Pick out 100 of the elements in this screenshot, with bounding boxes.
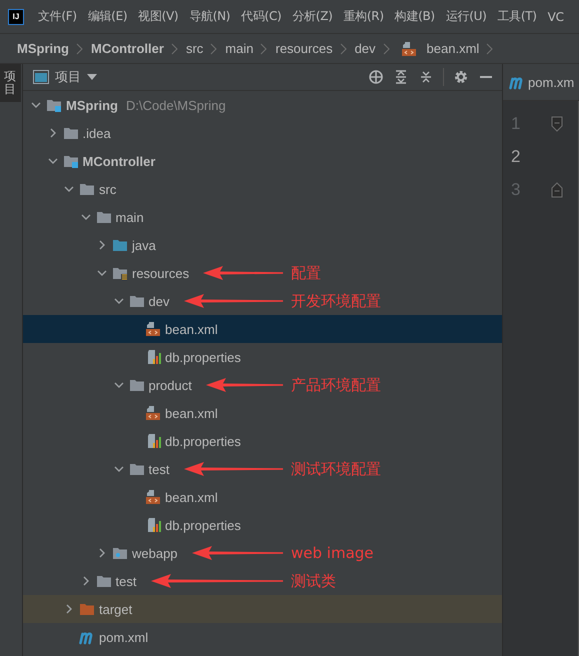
tree-item-label: MSpring	[66, 98, 118, 112]
properties-file-icon	[145, 349, 161, 365]
tree-item-label: dev	[148, 294, 170, 308]
tree-item-label: .idea	[82, 126, 111, 140]
tree-row[interactable]: bean.xml	[23, 399, 502, 427]
menu-item[interactable]: 代码(C)	[241, 8, 282, 25]
tree-item-label: test	[116, 574, 136, 588]
tree-row[interactable]: .idea	[23, 119, 502, 147]
xml-file-icon	[145, 489, 161, 505]
folder-icon	[79, 181, 95, 197]
menu-item[interactable]: 构建(B)	[394, 8, 435, 25]
tree-item-label: bean.xml	[165, 490, 218, 504]
window-icon	[33, 70, 49, 84]
menu-item[interactable]: 重构(R)	[344, 8, 384, 25]
annotation-text: web image	[291, 544, 374, 562]
tree-row[interactable]: dev 开发环境配置	[23, 287, 502, 315]
tree-row[interactable]: resources 配置	[23, 259, 502, 287]
caret-icon	[87, 74, 97, 80]
annotation-text: 测试环境配置	[291, 460, 381, 479]
chevron-icon	[170, 42, 178, 54]
chevron-icon	[259, 42, 268, 54]
xml-file-icon	[400, 40, 417, 56]
tree-row[interactable]: src	[23, 175, 502, 203]
tree-item-label: db.properties	[165, 434, 241, 448]
tree-item-label: product	[148, 378, 192, 392]
properties-file-icon	[145, 517, 161, 533]
chevron-icon	[209, 42, 218, 54]
folder-icon	[112, 237, 128, 253]
folder-icon	[79, 601, 95, 617]
properties-file-icon	[145, 433, 161, 449]
breadcrumb-item[interactable]: dev	[354, 41, 376, 56]
annotation-text: 开发环境配置	[291, 292, 381, 311]
crosshair-icon[interactable]	[368, 69, 384, 85]
tree-item-label: MController	[82, 154, 156, 168]
chevron-icon	[338, 42, 347, 54]
tree-row[interactable]: MSpring D:\Code\MSpring	[23, 91, 502, 119]
expand-all-icon[interactable]	[393, 69, 409, 85]
breadcrumb-item[interactable]: MController	[91, 41, 164, 56]
annotation-text: 测试类	[291, 572, 336, 591]
tree-item-label: db.properties	[165, 350, 241, 364]
tree-row[interactable]: test 测试环境配置	[23, 455, 502, 483]
chevron-icon	[382, 42, 390, 54]
folder-icon	[128, 461, 144, 477]
breadcrumb-item[interactable]: MSpring	[17, 41, 69, 56]
editor-tab[interactable]: pom.xm	[503, 64, 579, 101]
tree-row[interactable]: test 测试类	[23, 567, 502, 595]
xml-file-icon	[145, 321, 161, 337]
menu-item[interactable]: VC	[548, 10, 564, 24]
folder-icon	[96, 573, 112, 589]
tree-item-label: target	[99, 602, 132, 616]
tree-row[interactable]: target	[23, 595, 502, 623]
breadcrumb-item[interactable]: resources	[275, 41, 333, 56]
app-logo: IJ	[8, 8, 24, 24]
tree-item-label: bean.xml	[165, 322, 218, 336]
xml-file-icon	[145, 405, 161, 421]
folder-icon	[96, 209, 112, 225]
folder-icon	[128, 377, 144, 393]
collapse-all-icon[interactable]	[418, 69, 434, 85]
tree-row[interactable]: main	[23, 203, 502, 231]
side-tab[interactable]: 项目	[0, 64, 21, 102]
menu-item[interactable]: 视图(V)	[138, 8, 178, 25]
resources-folder-icon	[112, 265, 128, 281]
tree-item-label: src	[99, 182, 116, 196]
tree-item-label: java	[132, 238, 156, 252]
tree-item-label: pom.xml	[99, 630, 148, 644]
fold-icon[interactable]	[551, 116, 563, 132]
tree-row[interactable]: bean.xml	[23, 483, 502, 511]
tree-row[interactable]: MController	[23, 147, 502, 175]
menu-item[interactable]: 导航(N)	[189, 8, 230, 25]
tree-row[interactable]: db.properties	[23, 427, 502, 455]
tree-item-label: db.properties	[165, 518, 241, 532]
tree-row[interactable]: pom.xml	[23, 623, 502, 651]
menu-item[interactable]: 文件(F)	[38, 8, 77, 25]
settings-icon[interactable]	[453, 69, 469, 85]
tree-item-label: bean.xml	[165, 406, 218, 420]
chevron-icon	[485, 42, 494, 54]
chevron-icon	[75, 42, 83, 54]
fold-icon[interactable]	[551, 182, 563, 198]
menu-item[interactable]: 编辑(E)	[88, 8, 128, 25]
breadcrumb-item[interactable]: bean.xml	[426, 41, 480, 56]
tree-row[interactable]: webapp web image	[23, 539, 502, 567]
view-selector[interactable]: 项目	[33, 68, 97, 86]
tree-row[interactable]: product 产品环境配置	[23, 371, 502, 399]
menu-item[interactable]: 工具(T)	[497, 8, 537, 25]
tree-item-label: main	[116, 210, 144, 224]
tree-row[interactable]: db.properties	[23, 343, 502, 371]
tree-row[interactable]: bean.xml	[23, 315, 502, 343]
menu-item[interactable]: 分析(Z)	[292, 8, 332, 25]
annotation-text: 配置	[291, 264, 321, 283]
breadcrumb-item[interactable]: main	[225, 41, 254, 56]
annotation-text: 产品环境配置	[291, 376, 381, 395]
tree-row[interactable]: java	[23, 231, 502, 259]
tree-item-label: resources	[132, 266, 190, 280]
breadcrumb-item[interactable]: src	[186, 41, 204, 56]
folder-icon	[62, 125, 78, 141]
menu-item[interactable]: 运行(U)	[446, 8, 486, 25]
web-folder-icon	[112, 545, 128, 561]
tree-row[interactable]: db.properties	[23, 511, 502, 539]
path-label: D:\Code\MSpring	[126, 98, 226, 112]
module-folder-icon	[46, 97, 62, 113]
